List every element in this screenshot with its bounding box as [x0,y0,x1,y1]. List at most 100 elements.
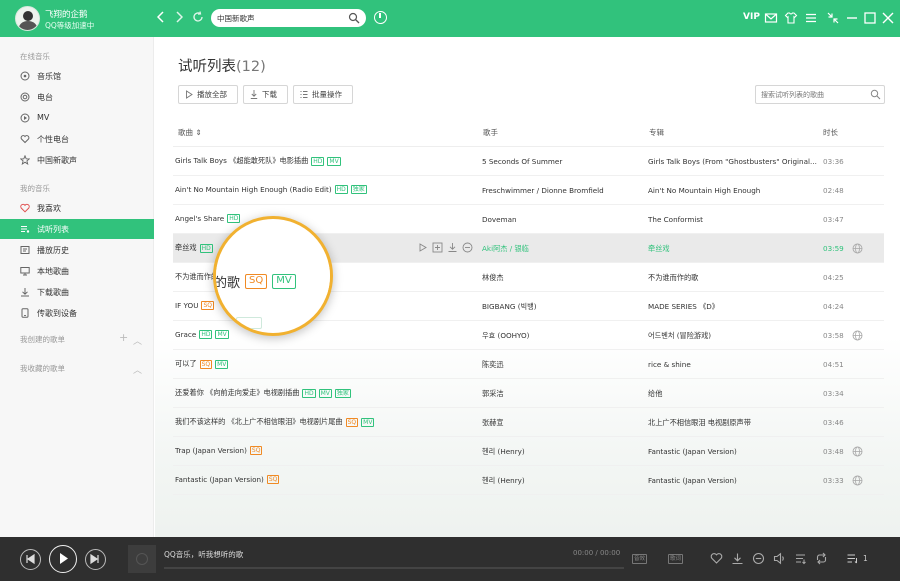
globe-icon[interactable] [852,475,863,486]
song-title[interactable]: Girls Talk Boys 《超能敢死队》电影插曲 [175,156,308,166]
next-button[interactable] [85,549,106,570]
listen-recognize-icon[interactable] [374,11,387,24]
chevron-up-icon[interactable]: ︿ [133,334,142,347]
globe-icon[interactable] [852,243,863,254]
previous-button[interactable] [20,549,41,570]
progress-bar[interactable] [164,567,624,569]
search-icon[interactable] [870,89,881,100]
song-title[interactable]: Ain't No Mountain High Enough (Radio Edi… [175,185,332,194]
add-to-icon[interactable] [432,242,443,253]
singer-cell[interactable]: 5 Seconds Of Summer [482,157,632,166]
loop-icon[interactable] [815,552,828,565]
album-cell[interactable]: rice & shine [648,360,818,369]
album-cell[interactable]: Fantastic (Japan Version) [648,476,818,485]
song-title[interactable]: Trap (Japan Version) [175,446,247,455]
mail-icon[interactable] [764,11,778,25]
album-cell[interactable]: 北上广不相信眼泪 电视剧原声带 [648,418,818,428]
album-cell[interactable]: 牵丝戏 [648,244,818,254]
table-row[interactable]: 可以了 SQ MV 陈奕迅 rice & shine 04:51 [173,350,884,379]
table-row[interactable]: Fantastic (Japan Version) SQ 헨리 (Henry) F… [173,466,884,495]
singer-cell[interactable]: Doveman [482,215,632,224]
download-button[interactable]: 下载 [243,85,288,104]
section-created-playlists[interactable]: 我创建的歌单 [20,334,65,345]
singer-cell[interactable]: 张赫宣 [482,418,632,428]
sidebar-item-favorites[interactable]: 我喜欢 [0,198,154,218]
album-cell[interactable]: 给他 [648,389,818,399]
sound-effect-button[interactable]: 音效 [632,554,648,564]
more-icon[interactable] [462,242,473,253]
globe-icon[interactable] [852,446,863,457]
add-playlist-icon[interactable]: + [119,331,128,344]
singer-cell[interactable]: 郭采洁 [482,389,632,399]
download-icon[interactable] [731,552,744,565]
singer-cell[interactable]: 陈奕迅 [482,360,632,370]
album-cell[interactable]: MADE SERIES 《D》 [648,302,818,312]
album-cell[interactable]: 不为谁而作的歌 [648,273,818,283]
song-title[interactable]: IF YOU [175,301,198,310]
singer-cell[interactable]: 헨리 (Henry) [482,447,632,457]
album-cell[interactable]: Ain't No Mountain High Enough [648,186,818,195]
sidebar-item-history[interactable]: 播放历史 [0,240,154,260]
user-name[interactable]: 飞翔的企鹅 [45,8,88,20]
table-row[interactable]: 还爱着你 《向前走向爱走》电视剧插曲 HD MV 独家 郭采洁 给他 03:34 [173,379,884,408]
global-search[interactable] [211,9,366,27]
header-song[interactable]: 歌曲 ⇕ [178,127,202,138]
skin-icon[interactable] [784,11,798,25]
forward-arrow-icon[interactable] [175,11,183,23]
play-button[interactable] [49,545,77,573]
singer-cell[interactable]: Freschwimmer / Dionne Bromfield [482,186,632,195]
song-title[interactable]: Fantastic (Japan Version) [175,475,264,484]
song-title[interactable]: 牵丝戏 [175,243,197,253]
minimize-icon[interactable] [845,11,859,25]
sidebar-item-music-hall[interactable]: 音乐馆 [0,66,154,86]
like-icon[interactable] [710,552,723,565]
sidebar-item-downloads[interactable]: 下载歌曲 [0,282,154,302]
singer-cell[interactable]: Aki阿杰 / 银临 [482,244,632,254]
more-icon[interactable] [752,552,765,565]
sidebar-item-personal-radio[interactable]: 个性电台 [0,129,154,149]
volume-icon[interactable] [773,552,786,565]
play-icon[interactable] [417,242,428,253]
song-title[interactable]: 还爱着你 《向前走向爱走》电视剧插曲 [175,388,299,398]
sidebar-item-transfer-device[interactable]: 传歌到设备 [0,303,154,323]
song-title[interactable]: Grace [175,330,196,339]
maximize-icon[interactable] [863,11,877,25]
search-input[interactable] [217,11,345,25]
singer-cell[interactable]: 林俊杰 [482,273,632,283]
globe-icon[interactable] [852,330,863,341]
chevron-up-icon[interactable]: ︿ [133,363,142,376]
sidebar-item-local[interactable]: 本地歌曲 [0,261,154,281]
album-cover[interactable] [128,545,156,573]
vip-link[interactable]: VIP [743,12,760,22]
playlist-icon[interactable] [846,552,859,565]
table-row[interactable]: Ain't No Mountain High Enough (Radio Edi… [173,176,884,205]
table-row[interactable]: Girls Talk Boys 《超能敢死队》电影插曲 HD MV 5 Second… [173,147,884,176]
song-title[interactable]: 我们不该这样的 《北上广不相信眼泪》电视剧片尾曲 [175,417,343,427]
refresh-icon[interactable] [192,11,204,23]
batch-button[interactable]: 批量操作 [293,85,353,104]
search-icon[interactable] [348,12,360,24]
mini-mode-icon[interactable] [826,11,840,25]
table-row[interactable]: Trap (Japan Version) SQ 헨리 (Henry) Fantas… [173,437,884,466]
sidebar-item-new-voice[interactable]: 中国新歌声 [0,150,154,170]
singer-cell[interactable]: 헨리 (Henry) [482,476,632,486]
close-icon[interactable] [881,11,895,25]
album-cell[interactable]: Fantastic (Japan Version) [648,447,818,456]
play-all-button[interactable]: 播放全部 [178,85,238,104]
sidebar-item-trial-list[interactable]: 试听列表 [0,219,154,239]
album-cell[interactable]: 어드벤처 (冒险游戏) [648,331,818,341]
back-arrow-icon[interactable] [157,11,165,23]
song-title[interactable]: 可以了 [175,359,197,369]
singer-cell[interactable]: 우효 (OOHYO) [482,331,632,341]
list-search[interactable] [755,85,885,104]
list-search-input[interactable] [761,88,861,102]
sidebar-item-radio[interactable]: 电台 [0,87,154,107]
menu-icon[interactable] [804,11,818,25]
section-collected-playlists[interactable]: 我收藏的歌单 [20,363,65,374]
sidebar-item-mv[interactable]: MV [0,108,154,128]
download-icon[interactable] [447,242,458,253]
lyrics-toggle-icon[interactable] [794,552,807,565]
singer-cell[interactable]: BIGBANG (빅뱅) [482,302,632,312]
avatar[interactable] [15,6,40,31]
table-row[interactable]: 我们不该这样的 《北上广不相信眼泪》电视剧片尾曲 SQ MV 张赫宣 北上广不相信眼… [173,408,884,437]
